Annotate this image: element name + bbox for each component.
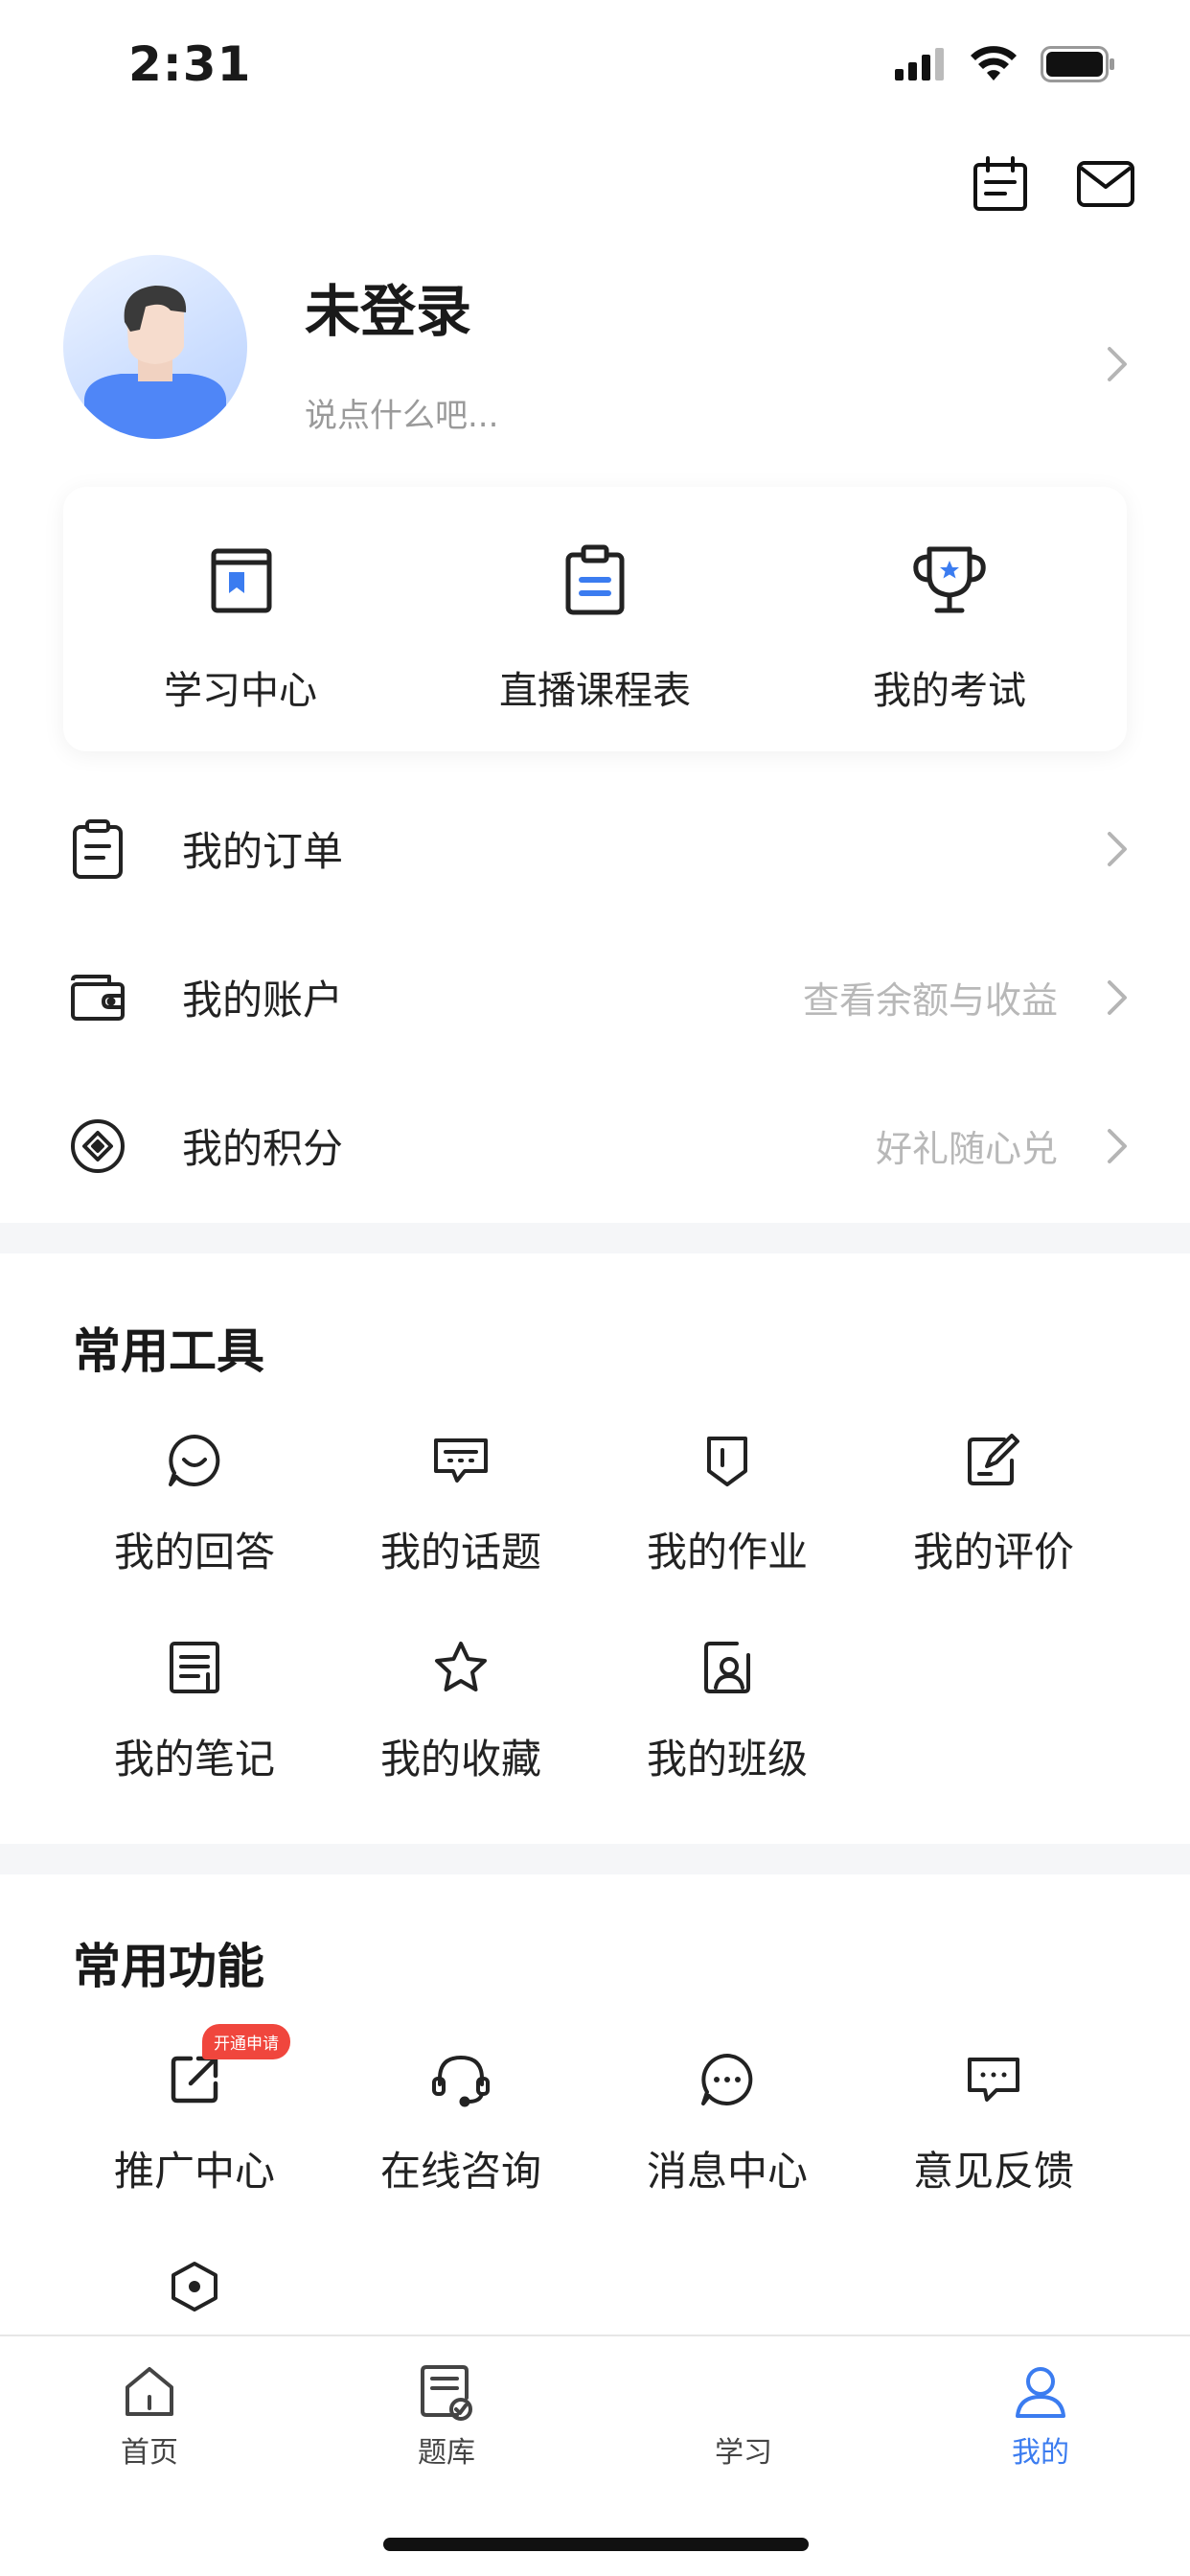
profile-signature: 说点什么吧... xyxy=(305,397,499,435)
tool-label: 我的笔记 xyxy=(113,1736,275,1782)
settings-hexagon-icon xyxy=(164,2256,225,2317)
section-title: 常用工具 xyxy=(73,1323,264,1379)
status-bar: 2:31 xyxy=(0,0,1190,134)
chevron-right-icon xyxy=(1108,831,1127,866)
wallet-icon xyxy=(67,967,128,1028)
share-icon: 开通申请 xyxy=(164,2024,290,2110)
tool-label: 我的班级 xyxy=(646,1736,808,1782)
tab-label: 我的 xyxy=(1012,2436,1069,2470)
points-icon xyxy=(67,1116,128,1177)
home-icon xyxy=(119,2361,180,2423)
tool-label: 我的话题 xyxy=(379,1529,541,1576)
homework-icon xyxy=(697,1430,758,1491)
tool-label: 我的回答 xyxy=(113,1529,275,1576)
tool-my-topics[interactable]: 我的话题 xyxy=(328,1430,594,1578)
tab-mine[interactable]: 我的 xyxy=(945,2361,1136,2471)
calendar-icon[interactable] xyxy=(970,153,1031,215)
menu-hint: 好礼随心兑 xyxy=(875,1128,1058,1170)
quick-item-live-schedule[interactable]: 直播课程表 xyxy=(418,487,772,751)
order-icon xyxy=(67,818,128,880)
study-icon-placeholder xyxy=(713,2361,774,2423)
chevron-right-icon xyxy=(1108,347,1127,381)
menu-hint: 查看余额与收益 xyxy=(802,979,1058,1022)
tab-question-bank[interactable]: 题库 xyxy=(351,2361,542,2471)
wifi-icon xyxy=(971,46,1017,80)
notes-icon xyxy=(164,1637,225,1698)
message-icon xyxy=(697,2049,758,2110)
profile-name[interactable]: 未登录 xyxy=(305,266,471,347)
function-label: 在线咨询 xyxy=(379,2148,541,2195)
answer-icon xyxy=(164,1430,225,1491)
tab-label: 学习 xyxy=(715,2436,772,2470)
quick-actions-card: 学习中心 直播课程表 我的考试 xyxy=(63,487,1127,751)
tool-label: 我的评价 xyxy=(912,1529,1074,1576)
home-indicator xyxy=(383,2538,809,2551)
topic-icon xyxy=(430,1430,492,1491)
function-settings[interactable] xyxy=(61,2256,328,2317)
function-label: 消息中心 xyxy=(646,2148,808,2195)
profile-header[interactable]: 未登录 说点什么吧... xyxy=(0,249,1190,441)
question-bank-icon xyxy=(416,2361,477,2423)
mail-icon[interactable] xyxy=(1075,153,1136,215)
quick-item-label: 我的考试 xyxy=(873,669,1026,713)
tool-label: 我的收藏 xyxy=(379,1736,541,1782)
tab-label: 题库 xyxy=(418,2436,475,2470)
quick-item-label: 学习中心 xyxy=(164,669,317,713)
section-title: 常用功能 xyxy=(73,1939,264,1994)
status-icons xyxy=(895,46,1115,82)
function-online-consult[interactable]: 在线咨询 xyxy=(328,2049,594,2197)
battery-icon xyxy=(1041,46,1114,82)
function-label: 推广中心 xyxy=(113,2148,275,2195)
tool-my-class[interactable]: 我的班级 xyxy=(594,1637,860,1785)
menu-label: 我的账户 xyxy=(182,977,344,1024)
chevron-right-icon xyxy=(1108,1128,1127,1163)
review-icon xyxy=(963,1430,1024,1491)
tools-section: 常用工具 我的回答 我的话题 我的作业 我的评价 我的笔记 我的收藏 我的班级 xyxy=(0,1254,1190,1840)
user-icon xyxy=(1010,2361,1071,2423)
menu-row-orders[interactable]: 我的订单 xyxy=(0,774,1190,923)
class-icon xyxy=(697,1637,758,1698)
section-divider xyxy=(0,1844,1190,1874)
clipboard-list-icon xyxy=(552,537,638,623)
tool-my-homework[interactable]: 我的作业 xyxy=(594,1430,860,1578)
chevron-right-icon xyxy=(1108,979,1127,1015)
function-promotion-center[interactable]: 开通申请 推广中心 xyxy=(61,2024,328,2197)
tool-my-favorites[interactable]: 我的收藏 xyxy=(328,1637,594,1785)
quick-item-my-exams[interactable]: 我的考试 xyxy=(772,487,1127,751)
menu-row-points[interactable]: 我的积分 好礼随心兑 xyxy=(0,1071,1190,1220)
tool-my-notes[interactable]: 我的笔记 xyxy=(61,1637,328,1785)
feedback-icon xyxy=(963,2049,1024,2110)
status-time: 2:31 xyxy=(128,36,252,92)
function-label: 意见反馈 xyxy=(912,2148,1074,2195)
menu-list: 我的订单 我的账户 查看余额与收益 我的积分 好礼随心兑 xyxy=(0,774,1190,1220)
avatar[interactable] xyxy=(63,255,247,439)
book-bookmark-icon xyxy=(197,537,284,623)
functions-section: 常用功能 开通申请 推广中心 在线咨询 消息中心 意见反馈 xyxy=(0,1874,1190,2334)
headset-icon xyxy=(430,2049,492,2110)
tab-label: 首页 xyxy=(121,2436,178,2470)
function-feedback[interactable]: 意见反馈 xyxy=(860,2049,1127,2197)
tab-study[interactable]: 学习 xyxy=(648,2361,839,2471)
top-actions xyxy=(970,153,1136,215)
tab-home[interactable]: 首页 xyxy=(54,2361,245,2471)
quick-item-label: 直播课程表 xyxy=(499,669,691,713)
menu-label: 我的订单 xyxy=(182,828,344,875)
tool-label: 我的作业 xyxy=(646,1529,808,1576)
menu-row-account[interactable]: 我的账户 查看余额与收益 xyxy=(0,923,1190,1071)
tool-my-answers[interactable]: 我的回答 xyxy=(61,1430,328,1578)
function-message-center[interactable]: 消息中心 xyxy=(594,2049,860,2197)
tool-my-reviews[interactable]: 我的评价 xyxy=(860,1430,1127,1578)
menu-label: 我的积分 xyxy=(182,1125,344,1172)
quick-item-study-center[interactable]: 学习中心 xyxy=(63,487,418,751)
star-icon xyxy=(430,1637,492,1698)
section-divider xyxy=(0,1223,1190,1254)
apply-badge: 开通申请 xyxy=(202,2024,290,2059)
trophy-icon xyxy=(906,537,993,623)
signal-icon xyxy=(895,48,944,80)
